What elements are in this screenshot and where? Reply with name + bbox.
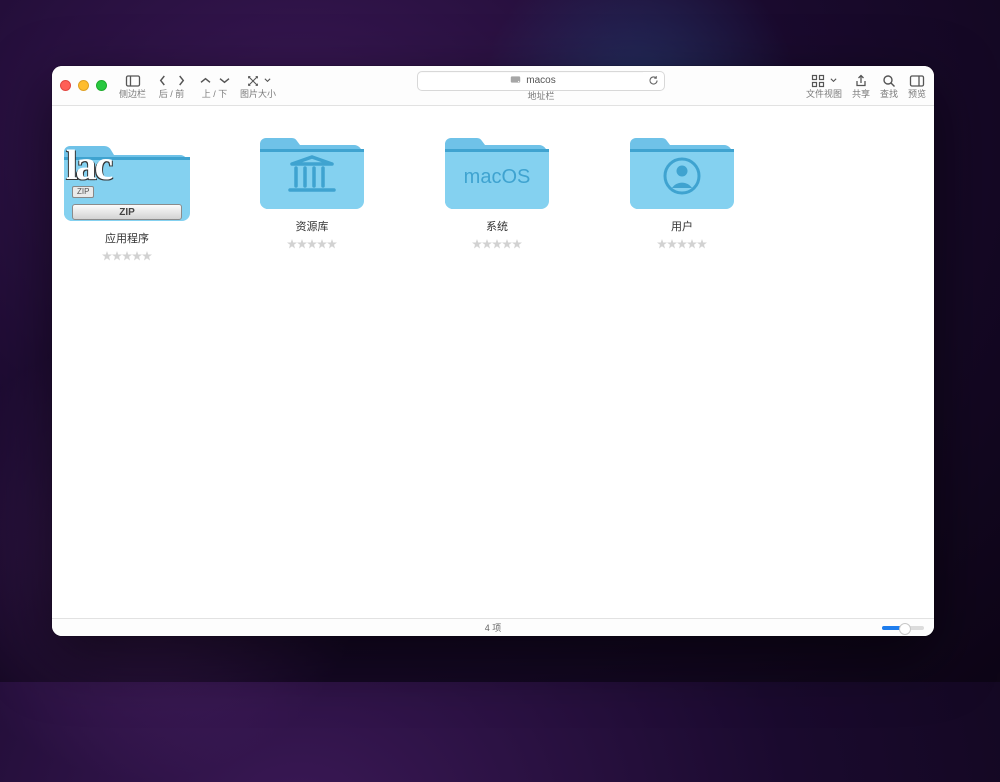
nav-up-down-group: 上 / 下: [197, 73, 232, 99]
folder-item-applications[interactable]: lac ZIP ZIP 应用程序: [62, 124, 192, 261]
rating-stars: [102, 251, 152, 261]
status-bar: 4 项: [52, 618, 934, 636]
close-button[interactable]: [60, 80, 71, 91]
share-icon[interactable]: [853, 73, 869, 89]
folder-icon: [628, 124, 736, 212]
folder-icon: [258, 124, 366, 212]
window-controls: [60, 80, 107, 91]
back-forward-label: 后 / 前: [159, 90, 185, 99]
search-group: 查找: [880, 73, 898, 99]
maximize-button[interactable]: [96, 80, 107, 91]
chevron-down-icon[interactable]: [216, 73, 232, 89]
share-label: 共享: [852, 90, 870, 99]
preview-pane-icon[interactable]: [909, 73, 925, 89]
minimize-button[interactable]: [78, 80, 89, 91]
zip-badge-large: ZIP: [72, 204, 182, 220]
chevron-left-icon[interactable]: [154, 73, 170, 89]
path-bar-group: macos 地址栏: [417, 71, 665, 101]
nav-back-forward-group: 后 / 前: [154, 73, 189, 99]
share-group: 共享: [852, 73, 870, 99]
sidebar-label: 侧边栏: [119, 90, 146, 99]
up-down-label: 上 / 下: [202, 90, 228, 99]
search-label: 查找: [880, 90, 898, 99]
disk-icon: [510, 74, 521, 88]
folder-badge-text: macOS: [464, 166, 531, 188]
path-current: macos: [526, 75, 555, 86]
toolbar-right: 文件视图 共享: [806, 73, 926, 99]
rating-stars: [287, 239, 337, 249]
preview-group: 预览: [908, 73, 926, 99]
image-size-label: 图片大小: [240, 90, 276, 99]
resize-icon[interactable]: [245, 73, 261, 89]
folder-item-users[interactable]: 用户: [617, 124, 747, 249]
sidebar-toggle-group: 侧边栏: [119, 73, 146, 99]
dropdown-chevron-icon[interactable]: [829, 73, 837, 89]
reload-button[interactable]: [643, 71, 665, 91]
folder-icon: lac ZIP ZIP: [62, 124, 192, 224]
folder-label: 系统: [486, 218, 508, 234]
sidebar-icon[interactable]: [125, 73, 141, 89]
preview-label: 预览: [908, 90, 926, 99]
folder-label: 用户: [671, 218, 693, 234]
toolbar: 侧边栏 后 / 前 上 / 下: [52, 66, 934, 106]
image-size-group: 图片大小: [240, 73, 276, 99]
folder-item-system[interactable]: macOS 系统: [432, 124, 562, 249]
chevron-right-icon[interactable]: [173, 73, 189, 89]
file-view-group: 文件视图: [806, 73, 842, 99]
rating-stars: [472, 239, 522, 249]
grid-icon[interactable]: [810, 73, 826, 89]
zip-badge-small: ZIP: [72, 186, 94, 198]
chevron-up-icon[interactable]: [197, 73, 213, 89]
rating-stars: [657, 239, 707, 249]
path-label: 地址栏: [527, 92, 554, 101]
overlay-text: lac: [66, 142, 111, 190]
finder-window: 侧边栏 后 / 前 上 / 下: [52, 66, 934, 636]
folder-label: 资源库: [296, 218, 329, 234]
zoom-slider[interactable]: [882, 626, 924, 630]
path-bar[interactable]: macos: [417, 71, 649, 91]
search-icon[interactable]: [881, 73, 897, 89]
folder-icon: macOS: [443, 124, 551, 212]
folder-label: 应用程序: [105, 230, 149, 246]
dropdown-chevron-icon[interactable]: [264, 73, 272, 89]
folder-content: lac ZIP ZIP 应用程序: [52, 106, 934, 618]
folder-item-library[interactable]: 资源库: [247, 124, 377, 249]
item-count: 4 项: [485, 621, 502, 634]
file-view-label: 文件视图: [806, 90, 842, 99]
